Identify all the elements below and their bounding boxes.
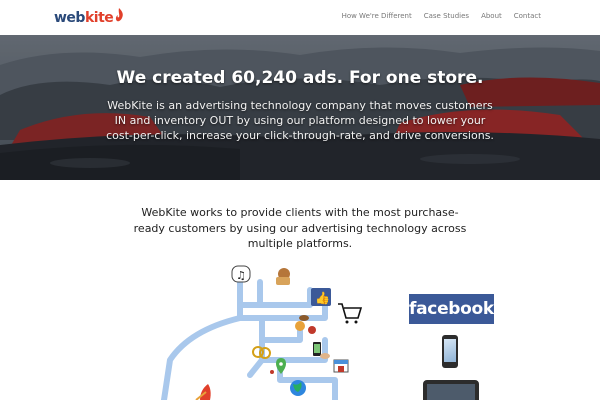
hero-title: We created 60,240 ads. For one store.: [116, 68, 484, 88]
dog-icon: [276, 268, 290, 285]
music-note-icon: ♫: [231, 265, 251, 283]
nav-about[interactable]: About: [481, 12, 502, 20]
nav-case-studies[interactable]: Case Studies: [424, 12, 469, 20]
smartphone-icon: [442, 335, 458, 368]
thumbs-up-icon: 👍: [311, 288, 331, 306]
webkite-logo[interactable]: webkite: [54, 8, 124, 28]
svg-text:👍: 👍: [315, 291, 330, 305]
tablet-icon: [423, 380, 479, 400]
logo-text: webkite: [54, 10, 114, 26]
nav-contact[interactable]: Contact: [514, 12, 541, 20]
kite-icon: [195, 384, 211, 400]
store-icon: [333, 359, 349, 373]
shopping-cart-icon: [338, 303, 363, 324]
main-nav: How We're Different Case Studies About C…: [342, 12, 541, 20]
site-header: webkite How We're Different Case Studies…: [0, 0, 600, 35]
svg-text:♫: ♫: [236, 269, 246, 282]
hero-description: WebKite is an advertising technology com…: [106, 99, 494, 142]
nav-how-were-different[interactable]: How We're Different: [342, 12, 412, 20]
kite-flame-icon: [116, 8, 124, 22]
globe-icon: [290, 380, 306, 396]
hero-banner: We created 60,240 ads. For one store. We…: [0, 35, 600, 180]
road-network: [161, 279, 338, 400]
facebook-badge: facebook: [409, 294, 494, 324]
customer-journey-illustration: ♫ 👍: [161, 265, 363, 400]
intro-text: WebKite works to provide clients with th…: [133, 206, 467, 250]
